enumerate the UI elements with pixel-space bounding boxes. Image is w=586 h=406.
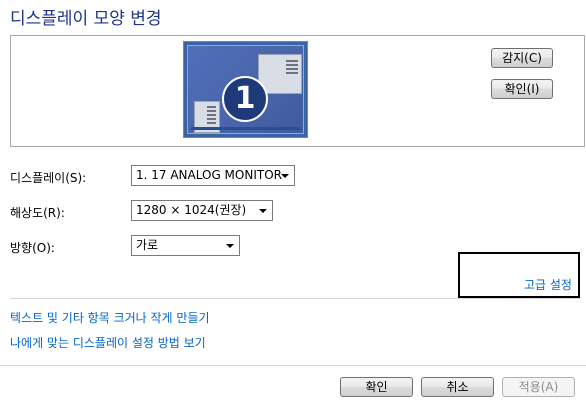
monitor-screen: 1: [187, 45, 304, 134]
ok-button[interactable]: 확인: [340, 377, 413, 397]
resolution-select[interactable]: 1280 × 1024(권장): [131, 200, 273, 221]
display-select-value: 1. 17 ANALOG MONITOR: [136, 168, 282, 182]
orientation-select-value: 가로: [136, 238, 159, 252]
chevron-down-icon: [259, 209, 267, 213]
advanced-settings-link[interactable]: 고급 설정: [524, 276, 572, 293]
identify-button[interactable]: 확인(I): [491, 79, 553, 99]
chevron-down-icon: [226, 244, 234, 248]
display-help-link[interactable]: 나에게 맞는 디스플레이 설정 방법 보기: [10, 334, 206, 351]
detect-button[interactable]: 감지(C): [491, 48, 553, 68]
orientation-select[interactable]: 가로: [131, 235, 240, 256]
cancel-button[interactable]: 취소: [421, 377, 494, 397]
monitor-thumbnail[interactable]: 1: [183, 41, 308, 138]
page-title: 디스플레이 모양 변경: [10, 9, 162, 29]
footer-divider: [0, 365, 586, 366]
display-select[interactable]: 1. 17 ANALOG MONITOR: [131, 165, 295, 186]
resolution-select-value: 1280 × 1024(권장): [136, 203, 247, 217]
chevron-down-icon: [281, 174, 289, 178]
display-label: 디스플레이(S):: [10, 171, 87, 185]
resolution-label: 해상도(R):: [10, 206, 65, 220]
apply-button[interactable]: 적용(A): [502, 377, 575, 397]
display-preview-area: 1 감지(C) 확인(I): [10, 35, 585, 147]
taskbar-thumbnail: [191, 127, 300, 130]
orientation-label: 방향(O):: [10, 241, 55, 255]
text-size-link[interactable]: 텍스트 및 기타 항목 크거나 작게 만들기: [10, 309, 210, 326]
monitor-number-badge: 1: [222, 76, 268, 122]
divider: [10, 298, 580, 299]
